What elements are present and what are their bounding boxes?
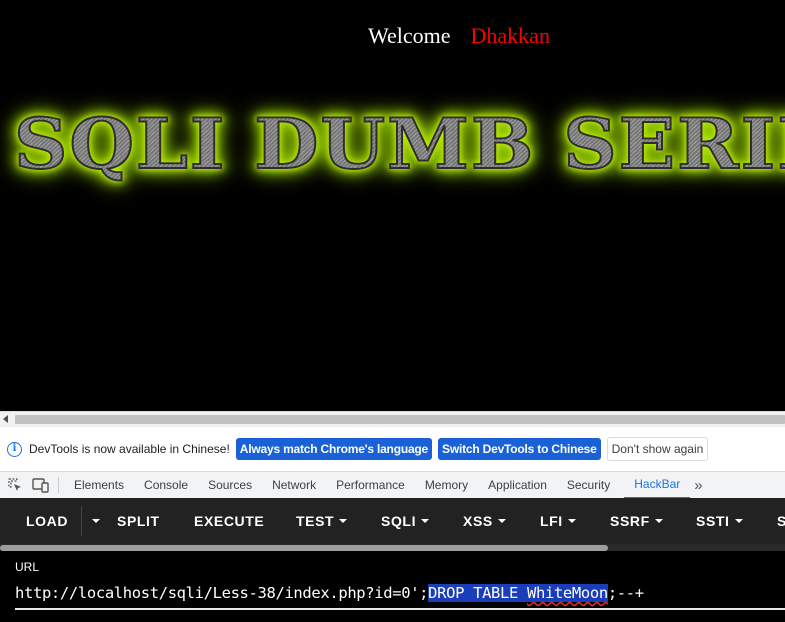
welcome-label: Welcome [368,23,451,48]
tab-console[interactable]: Console [134,472,198,499]
chevron-down-icon [92,519,100,524]
sqli-dumb-series-banner: SQLI DUMB SERIES [13,103,785,186]
web-page: Welcome Dhakkan SQLI DUMB SERIES [0,0,785,411]
info-icon: i [7,441,22,457]
chevron-down-icon [567,519,576,524]
ssti-menu-button[interactable]: SSTI [696,498,743,544]
test-menu-button[interactable]: TEST [296,498,348,544]
tab-network[interactable]: Network [262,472,326,499]
test-menu-label: TEST [296,513,335,529]
tab-security[interactable]: Security [557,472,620,499]
xss-menu-button[interactable]: XSS [463,498,506,544]
scrollbar-thumb[interactable] [15,415,785,424]
next-menu-button[interactable]: S [777,498,785,544]
browser-window: Welcome Dhakkan SQLI DUMB SERIES i DevToo… [0,0,785,622]
scroll-left-arrow-icon[interactable] [3,415,8,423]
inspect-element-icon[interactable] [4,474,26,496]
dont-show-again-button[interactable]: Don't show again [606,437,709,461]
switch-to-chinese-button[interactable]: Switch DevTools to Chinese [438,438,601,460]
ssti-menu-label: SSTI [696,513,730,529]
lfi-menu-label: LFI [540,513,563,529]
lfi-menu-button[interactable]: LFI [540,498,576,544]
url-selected-word: WhiteMoon [526,584,608,602]
tab-elements[interactable]: Elements [64,472,134,499]
toolbar-divider [81,506,82,536]
sqli-menu-button[interactable]: SQLI [381,498,430,544]
url-selected-text: DROP TABLE [428,584,527,602]
toolbar-divider [58,477,59,493]
chevron-down-icon [654,519,663,524]
infobar-message: DevTools is now available in Chinese! [29,442,230,456]
hackbar-toolbar: LOAD SPLIT EXECUTE TEST SQLI XSS LFI SSR… [0,498,785,544]
url-input-underline [15,608,785,610]
chevron-down-icon [421,519,430,524]
tab-sources[interactable]: Sources [198,472,262,499]
xss-menu-label: XSS [463,513,493,529]
device-toolbar-icon[interactable] [30,474,52,496]
username: Dhakkan [470,23,550,48]
execute-button[interactable]: EXECUTE [194,498,264,544]
more-tabs-icon[interactable]: » [690,477,706,494]
ssrf-menu-button[interactable]: SSRF [610,498,663,544]
welcome-line: Welcome Dhakkan [368,23,550,49]
chevron-down-icon [497,519,506,524]
url-selection: DROP TABLE WhiteMoon [428,584,608,602]
hackbar-panel: LOAD SPLIT EXECUTE TEST SQLI XSS LFI SSR… [0,498,785,622]
tab-memory[interactable]: Memory [415,472,478,499]
always-match-language-button[interactable]: Always match Chrome's language [235,438,433,460]
split-button[interactable]: SPLIT [117,498,160,544]
chevron-down-icon [734,519,743,524]
url-suffix: ;--+ [607,584,644,602]
url-prefix: http://localhost/sqli/Less-38/index.php?… [15,584,429,602]
devtools-tab-bar: Elements Console Sources Network Perform… [0,471,785,499]
devtools-language-infobar: i DevTools is now available in Chinese! … [0,427,785,471]
page-horizontal-scrollbar[interactable] [0,411,785,427]
tab-performance[interactable]: Performance [326,472,415,499]
tab-hackbar[interactable]: HackBar [624,472,691,499]
tab-application[interactable]: Application [478,472,557,499]
load-dropdown-button[interactable] [87,498,100,544]
ssrf-menu-label: SSRF [610,513,650,529]
load-button[interactable]: LOAD [26,498,68,544]
sqli-menu-label: SQLI [381,513,417,529]
url-input[interactable]: http://localhost/sqli/Less-38/index.php?… [15,584,644,602]
chevron-down-icon [339,519,348,524]
url-label: URL [15,560,40,574]
